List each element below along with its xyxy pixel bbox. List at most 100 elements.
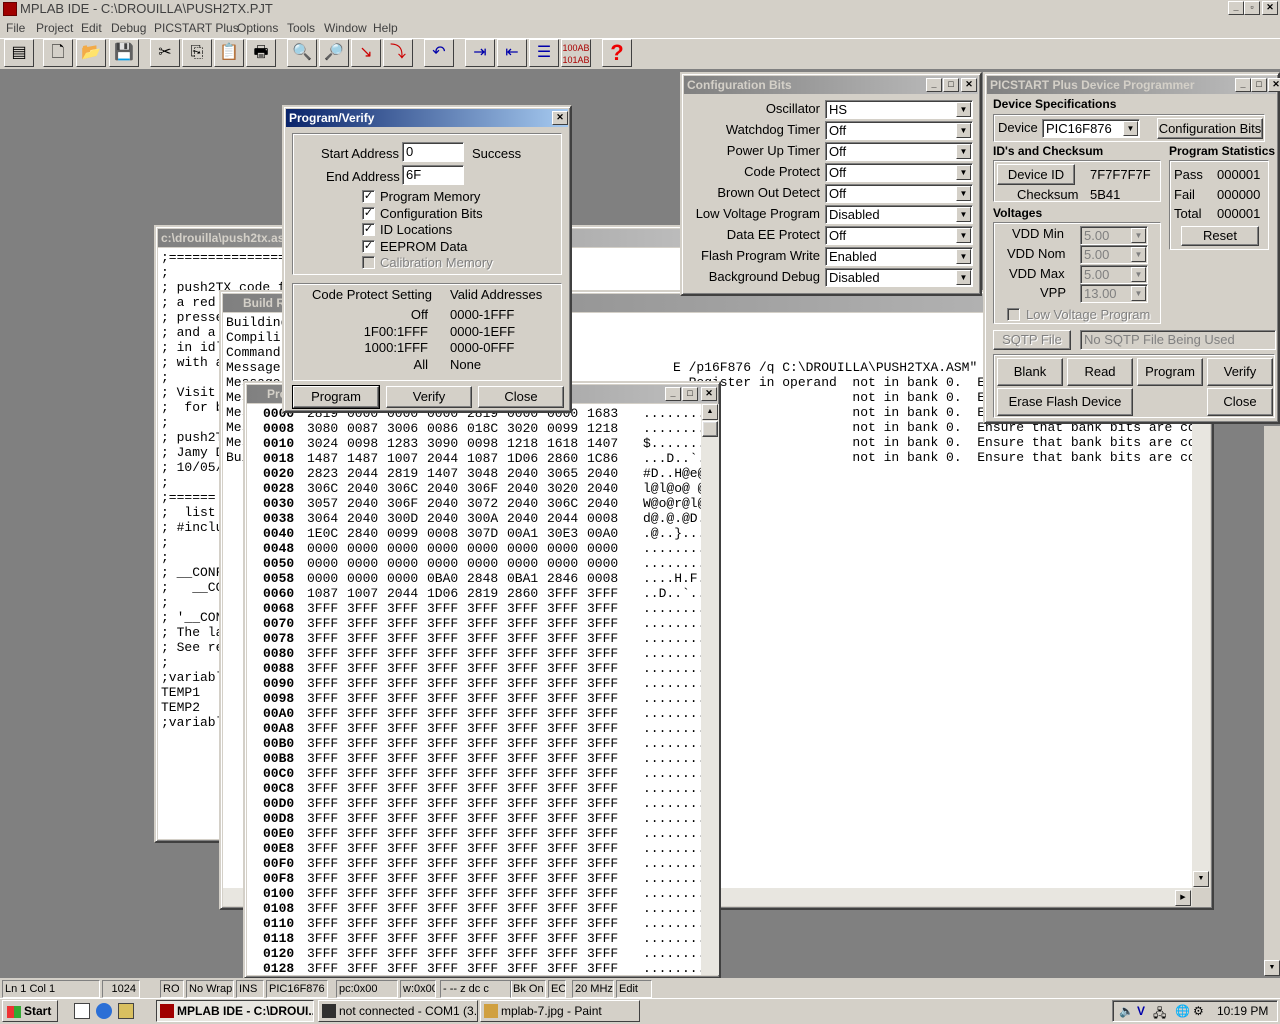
sqtp-file-button[interactable]: SQTP File bbox=[993, 330, 1071, 350]
app-minimize-button[interactable]: _ bbox=[1228, 1, 1244, 15]
device-id-button[interactable]: Device ID bbox=[997, 164, 1075, 185]
vpp-select[interactable]: 13.00 ▼ bbox=[1080, 284, 1148, 303]
verify-button[interactable]: Verify bbox=[1207, 358, 1273, 386]
layout-icon[interactable]: ▤ bbox=[4, 39, 34, 67]
memory-word: 3FFF bbox=[467, 871, 499, 886]
pm-maximize-button[interactable]: □ bbox=[682, 387, 698, 401]
pp-close-button[interactable]: ✕ bbox=[1268, 78, 1280, 92]
outdent-icon[interactable]: ⇤ bbox=[497, 39, 527, 67]
pm-close-button[interactable]: ✕ bbox=[701, 387, 717, 401]
check-program-memory[interactable]: ✓ bbox=[362, 190, 375, 203]
configuration-bits-button[interactable]: Configuration Bits bbox=[1157, 118, 1263, 139]
tray-app-icon[interactable]: ⚙ bbox=[1193, 1004, 1204, 1018]
open-icon[interactable]: 📂 bbox=[76, 39, 106, 67]
copy-icon[interactable]: ⎘ bbox=[182, 39, 212, 67]
config-value: Disabled bbox=[829, 270, 880, 285]
app-restore-button[interactable]: ▫ bbox=[1244, 1, 1260, 15]
config-select-low-voltage-program[interactable]: Disabled ▼ bbox=[825, 205, 973, 224]
config-label: Oscillator bbox=[765, 101, 820, 116]
pm-scroll-up-icon[interactable]: ▲ bbox=[702, 404, 718, 420]
low-voltage-checkbox[interactable] bbox=[1007, 308, 1020, 321]
vdd-nom-select[interactable]: 5.00 ▼ bbox=[1080, 245, 1148, 264]
vdd-max-select[interactable]: 5.00 ▼ bbox=[1080, 265, 1148, 284]
config-select-code-protect[interactable]: Off ▼ bbox=[825, 163, 973, 182]
check-calibration-memory[interactable] bbox=[362, 256, 375, 269]
quick-launch-desktop-icon[interactable] bbox=[74, 1003, 90, 1019]
menu-file[interactable]: File bbox=[4, 21, 27, 35]
new-icon[interactable]: 🗋 bbox=[43, 39, 73, 67]
blank-button[interactable]: Blank bbox=[997, 358, 1063, 386]
cb-minimize-button[interactable]: _ bbox=[926, 78, 942, 92]
config-select-flash-program-write[interactable]: Enabled ▼ bbox=[825, 247, 973, 266]
pp-maximize-button[interactable]: □ bbox=[1251, 78, 1267, 92]
check-configuration-bits[interactable]: ✓ bbox=[362, 206, 375, 220]
cut-icon[interactable]: ✂ bbox=[150, 39, 180, 67]
step-icon[interactable]: ↘ bbox=[351, 39, 381, 67]
reset-button[interactable]: Reset bbox=[1181, 226, 1259, 246]
config-select-oscillator[interactable]: HS ▼ bbox=[825, 100, 973, 119]
app-close-button[interactable]: ✕ bbox=[1262, 1, 1278, 15]
programmer-close-button[interactable]: Close bbox=[1207, 388, 1273, 416]
config-select-power-up-timer[interactable]: Off ▼ bbox=[825, 142, 973, 161]
menu-help[interactable]: Help bbox=[371, 21, 400, 35]
start-address-input[interactable]: 0 bbox=[402, 142, 464, 162]
cb-maximize-button[interactable]: □ bbox=[943, 78, 959, 92]
build-scroll-right-icon[interactable]: ▶ bbox=[1175, 890, 1191, 906]
vdd-min-select[interactable]: 5.00 ▼ bbox=[1080, 226, 1148, 245]
paste-icon[interactable]: 📋 bbox=[214, 39, 244, 67]
volume-icon[interactable]: 🔈 bbox=[1119, 1004, 1134, 1018]
help-icon[interactable]: ? bbox=[602, 39, 632, 67]
menu-tools[interactable]: Tools bbox=[285, 21, 317, 35]
menu-project[interactable]: Project bbox=[34, 21, 75, 35]
antivirus-icon[interactable]: V bbox=[1137, 1004, 1145, 1018]
config-select-background-debug[interactable]: Disabled ▼ bbox=[825, 268, 973, 287]
pm-scroll-thumb[interactable] bbox=[702, 421, 718, 437]
memory-ascii: ........ bbox=[643, 736, 701, 751]
quick-launch-explorer-icon[interactable] bbox=[118, 1003, 134, 1019]
pv-close-button[interactable]: ✕ bbox=[552, 111, 568, 125]
pv-program-button[interactable]: Program bbox=[292, 385, 380, 409]
pv-close-dialog-button[interactable]: Close bbox=[478, 386, 564, 408]
check-id-locations[interactable]: ✓ bbox=[362, 223, 375, 236]
pm-vscroll[interactable] bbox=[701, 404, 719, 975]
menu-picstart-plus[interactable]: PICSTART Plus bbox=[152, 21, 241, 35]
mark-icon[interactable]: ☰ bbox=[529, 39, 559, 67]
memory-address: 00C8 bbox=[263, 781, 295, 796]
hex-icon[interactable]: 100AB 101AB bbox=[561, 39, 591, 67]
memory-word: 0098 bbox=[467, 436, 499, 451]
cb-close-button[interactable]: ✕ bbox=[961, 78, 977, 92]
read-button[interactable]: Read bbox=[1067, 358, 1133, 386]
pv-verify-button[interactable]: Verify bbox=[386, 386, 472, 408]
mdi-vscroll[interactable] bbox=[1264, 426, 1280, 976]
menu-edit[interactable]: Edit bbox=[79, 21, 104, 35]
program-button[interactable]: Program bbox=[1137, 358, 1203, 386]
indent-icon[interactable]: ⇥ bbox=[465, 39, 495, 67]
find-next-icon[interactable]: 🔎 bbox=[319, 39, 349, 67]
end-address-input[interactable]: 6F bbox=[402, 165, 464, 185]
check-eeprom-data[interactable]: ✓ bbox=[362, 239, 375, 253]
print-icon[interactable]: 🖶 bbox=[246, 39, 276, 67]
device-select[interactable]: PIC16F876 ▼ bbox=[1042, 119, 1140, 138]
menu-options[interactable]: Options bbox=[235, 21, 280, 35]
pp-minimize-button[interactable]: _ bbox=[1235, 78, 1251, 92]
erase-flash-button[interactable]: Erase Flash Device bbox=[997, 388, 1133, 416]
taskbar-item[interactable]: MPLAB IDE - C:\DROUI... bbox=[156, 1000, 314, 1022]
start-button[interactable]: Start bbox=[2, 1000, 58, 1022]
find-icon[interactable]: 🔍 bbox=[287, 39, 317, 67]
config-select-data-ee-protect[interactable]: Off ▼ bbox=[825, 226, 973, 245]
step-over-icon[interactable]: ⤵ bbox=[383, 39, 413, 67]
save-icon[interactable]: 💾 bbox=[109, 39, 139, 67]
taskbar-item[interactable]: mplab-7.jpg - Paint bbox=[480, 1000, 640, 1022]
config-select-watchdog-timer[interactable]: Off ▼ bbox=[825, 121, 973, 140]
network-icon[interactable]: 🖧 bbox=[1153, 1004, 1166, 1024]
menu-window[interactable]: Window bbox=[322, 21, 369, 35]
mdi-scroll-down-icon[interactable]: ▼ bbox=[1264, 960, 1280, 976]
pm-minimize-button[interactable]: _ bbox=[665, 387, 681, 401]
build-scroll-down-icon[interactable]: ▼ bbox=[1193, 871, 1209, 887]
config-select-brown-out-detect[interactable]: Off ▼ bbox=[825, 184, 973, 203]
taskbar-item[interactable]: not connected - COM1 (3... bbox=[318, 1000, 478, 1022]
undo-icon[interactable]: ↶ bbox=[424, 39, 454, 67]
globe-icon[interactable]: 🌐 bbox=[1175, 1004, 1190, 1018]
menu-debug[interactable]: Debug bbox=[109, 21, 148, 35]
quick-launch-ie-icon[interactable] bbox=[96, 1003, 112, 1019]
